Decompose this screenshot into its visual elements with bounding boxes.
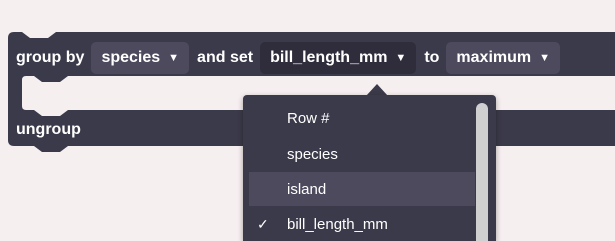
set-field-dropdown[interactable]: bill_length_mm ▼ [260, 42, 417, 74]
menu-item-species[interactable]: species [249, 137, 475, 171]
menu-scrollbar[interactable] [476, 103, 488, 241]
to-label: to [424, 49, 440, 66]
menu-item-bill-length-mm[interactable]: ✓ bill_length_mm [249, 207, 475, 241]
and-set-label: and set [197, 49, 254, 66]
checkmark-icon: ✓ [257, 215, 269, 232]
menu-item-island[interactable]: island [249, 172, 475, 206]
block-top-row: group by species ▼ and set bill_length_m… [16, 38, 568, 78]
caret-down-icon: ▼ [395, 52, 407, 64]
group-by-label: group by [16, 49, 85, 66]
menu-item-label: Row # [287, 109, 330, 127]
aggregate-value: maximum [456, 49, 532, 66]
field-dropdown-menu: Row # species island ✓ bill_length_mm [243, 95, 496, 241]
menu-item-label: bill_length_mm [287, 215, 388, 233]
caret-down-icon: ▼ [168, 52, 180, 64]
menu-item-label: island [287, 180, 327, 198]
aggregate-dropdown[interactable]: maximum ▼ [446, 42, 561, 74]
group-field-value: species [101, 49, 161, 66]
ungroup-label: ungroup [16, 121, 81, 138]
set-field-value: bill_length_mm [270, 49, 388, 66]
group-field-dropdown[interactable]: species ▼ [91, 42, 190, 74]
caret-down-icon: ▼ [539, 52, 551, 64]
menu-item-label: species [287, 145, 338, 163]
menu-item-row-number[interactable]: Row # [249, 101, 475, 135]
